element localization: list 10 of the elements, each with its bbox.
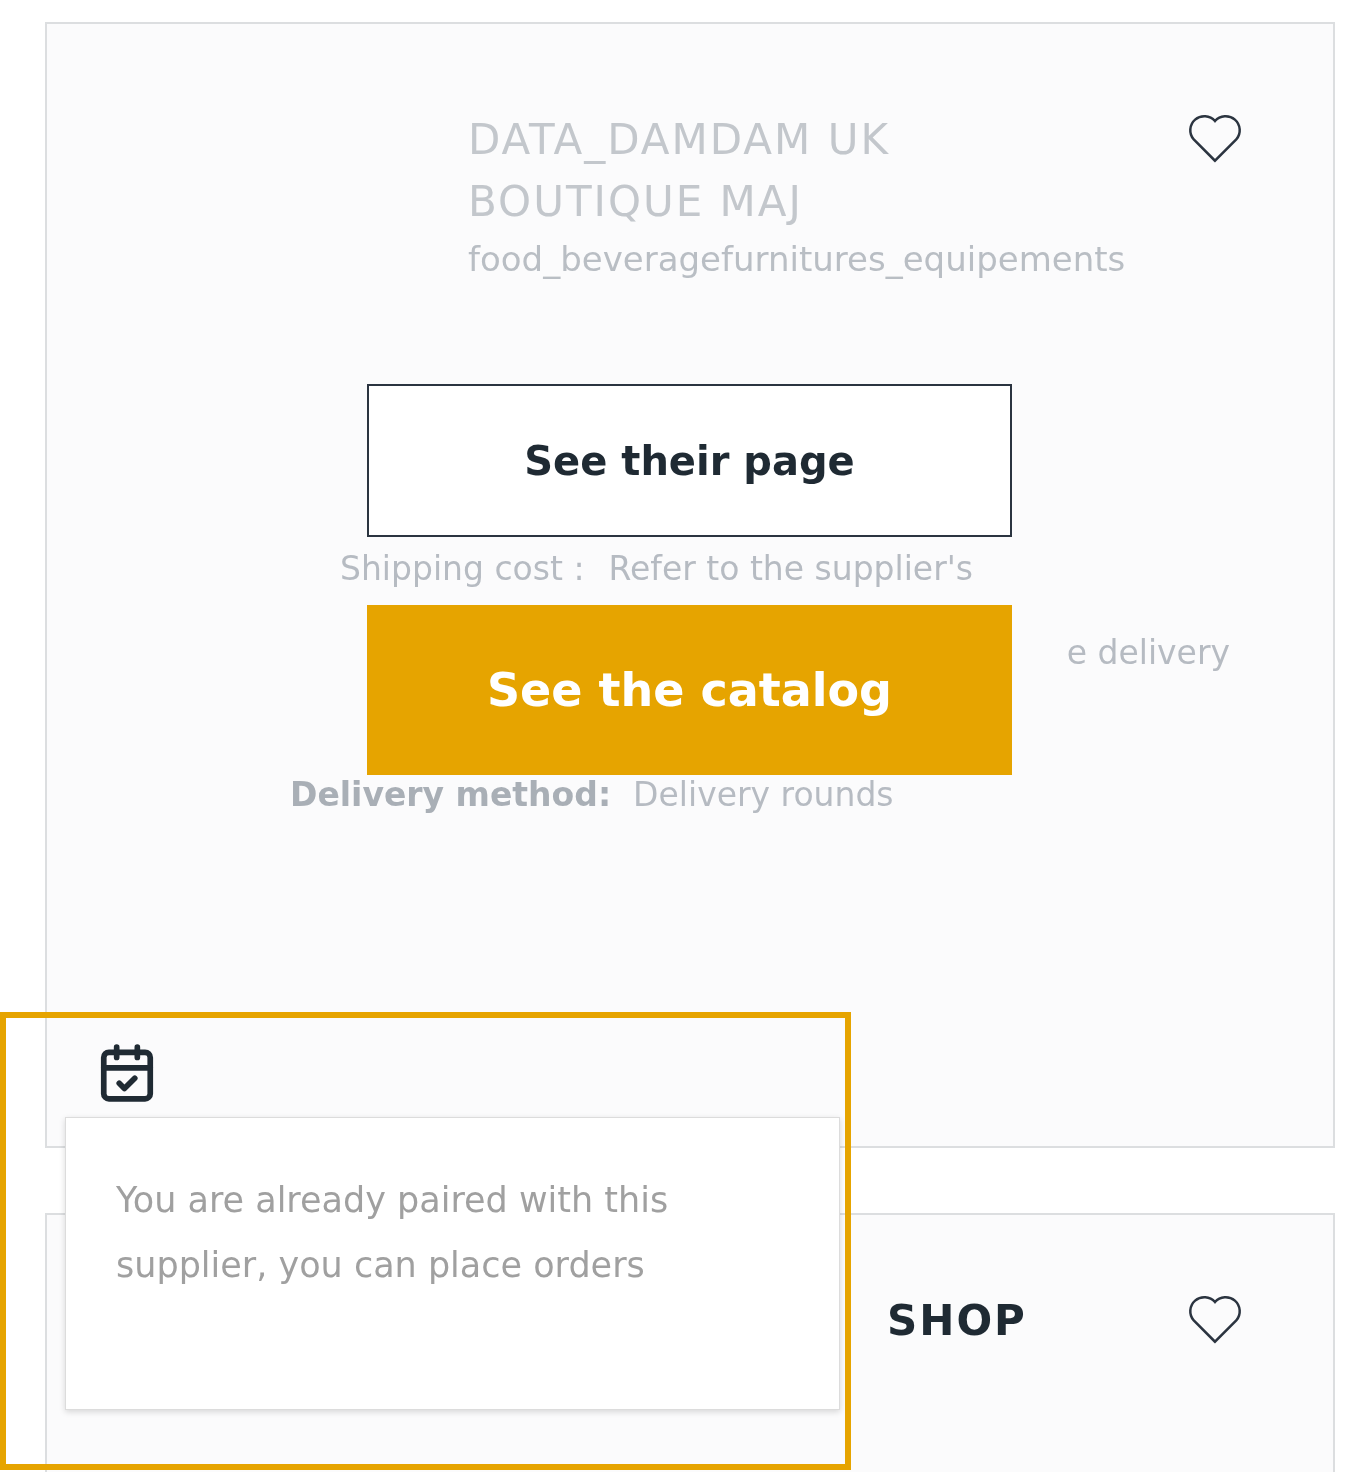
tooltip-text: You are already paired with this supplier, you can place orders [116, 1179, 670, 1287]
supplier-name: DATA_DAMDAM UK BOUTIQUE MAJ [468, 114, 891, 228]
supplier-name: SHOP [887, 1295, 1028, 1347]
shipping-label: Shipping cost : [340, 548, 585, 590]
delivery-label: Delivery method: [290, 775, 612, 814]
delivery-value: Delivery rounds [633, 775, 894, 814]
shipping-value: Refer to the supplier's [608, 548, 973, 590]
see-page-button[interactable]: See their page [367, 384, 1012, 537]
supplier-category: food_beveragefurnitures_equipements [468, 239, 1127, 279]
shipping-value: e delivery [1066, 633, 1230, 672]
